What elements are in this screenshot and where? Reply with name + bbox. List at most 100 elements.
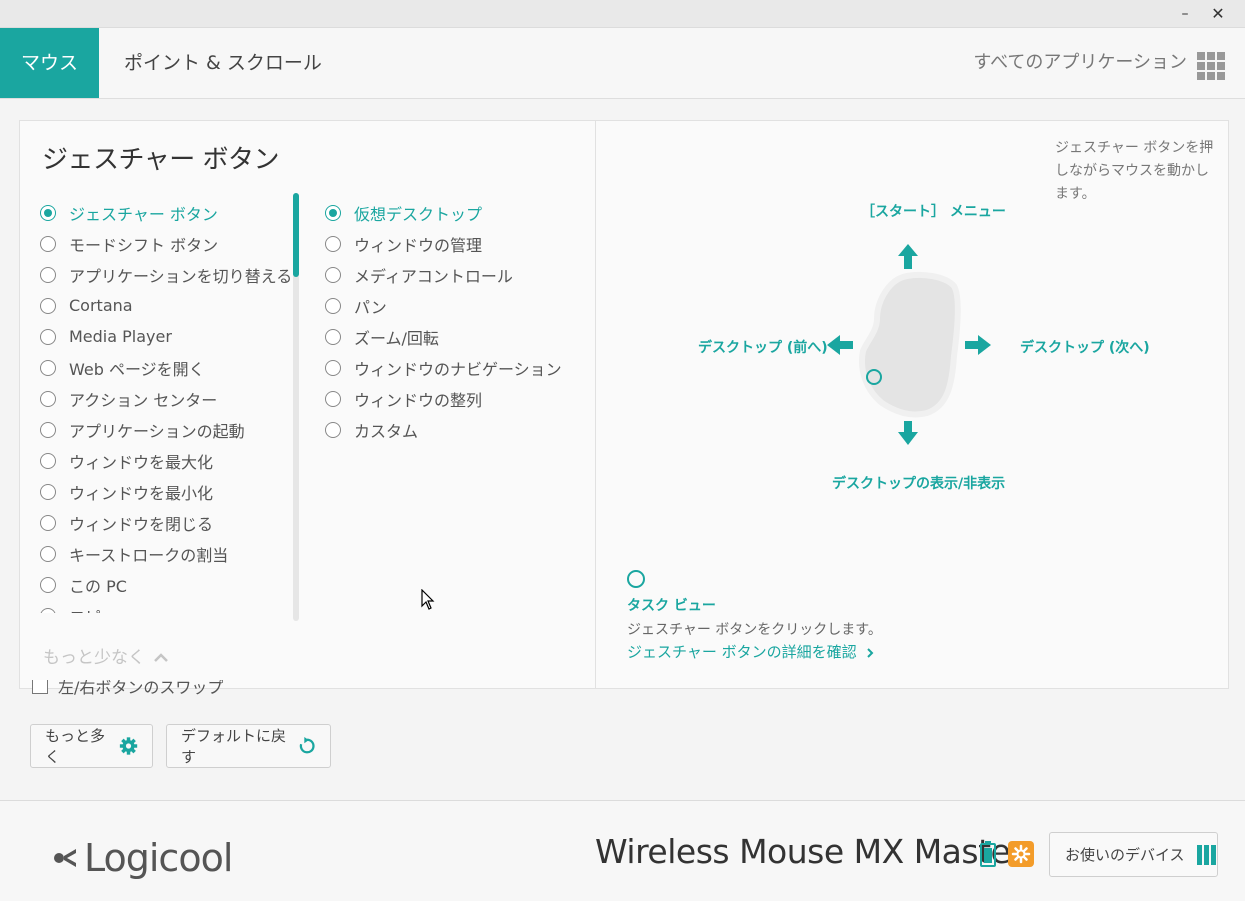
minimize-button[interactable]: – bbox=[1170, 2, 1200, 26]
restore-defaults-button[interactable]: デフォルトに戻す bbox=[166, 724, 331, 768]
action-list-item[interactable]: ウィンドウを最大化 bbox=[40, 445, 300, 476]
close-button[interactable]: ✕ bbox=[1203, 2, 1233, 26]
action-list-item[interactable]: Cortana bbox=[40, 290, 300, 321]
all-applications-link[interactable]: すべてのアプリケーション bbox=[973, 28, 1187, 98]
gesture-mode-item-label: ウィンドウのナビゲーション bbox=[354, 359, 562, 379]
radio-button[interactable] bbox=[325, 390, 341, 407]
action-list-item[interactable]: コピー bbox=[40, 600, 300, 613]
footer: Logicool Wireless Mouse MX Master お使いのデバ… bbox=[0, 800, 1245, 901]
swap-buttons-label: 左/右ボタンのスワップ bbox=[58, 680, 224, 697]
gesture-mode-item-label: ウィンドウの管理 bbox=[354, 235, 483, 255]
radio-button[interactable] bbox=[325, 328, 341, 345]
panel-title: ジェスチャー ボタン bbox=[42, 145, 280, 175]
radio-button[interactable] bbox=[40, 576, 56, 593]
gesture-mode-item[interactable]: ウィンドウの整列 bbox=[325, 383, 585, 414]
gesture-mode-item[interactable]: ウィンドウのナビゲーション bbox=[325, 352, 585, 383]
action-list-item[interactable]: ウィンドウを最小化 bbox=[40, 476, 300, 507]
gesture-mode-item[interactable]: メディアコントロール bbox=[325, 259, 585, 290]
action-list-item-label: この PC bbox=[69, 576, 127, 596]
action-list-item[interactable]: この PC bbox=[40, 569, 300, 600]
action-list-item-label: Cortana bbox=[69, 296, 133, 315]
show-less-label: もっと少なく bbox=[43, 648, 145, 668]
action-list-item[interactable]: モードシフト ボタン bbox=[40, 228, 300, 259]
arrow-right-icon bbox=[965, 335, 991, 355]
gesture-mode-item-label: メディアコントロール bbox=[354, 266, 513, 286]
radio-button[interactable] bbox=[325, 421, 341, 438]
action-list-item[interactable]: キーストロークの割当 bbox=[40, 538, 300, 569]
grid-icon[interactable] bbox=[1197, 52, 1225, 80]
swap-buttons-option[interactable]: 左/右ボタンのスワップ bbox=[32, 680, 223, 698]
radio-button[interactable] bbox=[325, 235, 341, 252]
radio-button[interactable] bbox=[40, 607, 56, 613]
radio-button[interactable] bbox=[325, 204, 341, 221]
tab-bar: マウス ポイント & スクロール すべてのアプリケーション bbox=[0, 28, 1245, 99]
gesture-mode-item[interactable]: ズーム/回転 bbox=[325, 321, 585, 352]
logo-text: Logicool bbox=[84, 836, 233, 880]
gesture-diagram: ジェスチャー ボタンを押しながらマウスを動かします。 ［スタート］ メニュー デ… bbox=[597, 121, 1228, 688]
gesture-mode-list: 仮想デスクトップ ウィンドウの管理 メディアコントロール パン ズーム/回転 ウィンドウの… bbox=[325, 197, 585, 445]
battery-icon bbox=[980, 841, 996, 867]
radio-button[interactable] bbox=[40, 359, 56, 376]
title-bar: – ✕ bbox=[0, 0, 1245, 28]
list-scrollbar[interactable] bbox=[293, 193, 299, 621]
radio-button[interactable] bbox=[40, 514, 56, 531]
radio-button[interactable] bbox=[325, 359, 341, 376]
gesture-left-label: デスクトップ (前へ) bbox=[698, 340, 828, 356]
tab-point-scroll[interactable]: ポイント & スクロール bbox=[100, 28, 346, 98]
action-list-item[interactable]: アプリケーションを切り替える bbox=[40, 259, 300, 290]
action-list-item[interactable]: ジェスチャー ボタン bbox=[40, 197, 300, 228]
action-list-item-label: キーストロークの割当 bbox=[69, 545, 229, 565]
radio-button[interactable] bbox=[325, 297, 341, 314]
settings-panel: ジェスチャー ボタン ジェスチャー ボタン モードシフト ボタン アプリケーションを… bbox=[19, 120, 1229, 689]
gesture-mode-item[interactable]: 仮想デスクトップ bbox=[325, 197, 585, 228]
devices-bars-icon bbox=[1196, 844, 1216, 865]
task-view-title: タスク ビュー bbox=[627, 598, 716, 614]
action-list-item-label: ウィンドウを最大化 bbox=[69, 452, 214, 472]
radio-button[interactable] bbox=[325, 266, 341, 283]
task-view-marker-icon bbox=[627, 570, 645, 588]
assignment-list-area: ジェスチャー ボタン ジェスチャー ボタン モードシフト ボタン アプリケーションを… bbox=[20, 121, 596, 688]
radio-button[interactable] bbox=[40, 297, 56, 314]
radio-button[interactable] bbox=[40, 328, 56, 345]
arrow-left-icon bbox=[827, 335, 853, 355]
gesture-mode-item[interactable]: ウィンドウの管理 bbox=[325, 228, 585, 259]
more-button-label: もっと多く bbox=[45, 727, 106, 766]
action-list-item-label: ジェスチャー ボタン bbox=[69, 204, 218, 224]
radio-button[interactable] bbox=[40, 390, 56, 407]
my-devices-label: お使いのデバイス bbox=[1065, 846, 1185, 864]
flow-icon bbox=[1008, 841, 1034, 867]
action-list-item-label: Web ページを開く bbox=[69, 359, 205, 379]
gesture-mode-item[interactable]: カスタム bbox=[325, 414, 585, 445]
action-list-item[interactable]: ウィンドウを閉じる bbox=[40, 507, 300, 538]
radio-button[interactable] bbox=[40, 483, 56, 500]
show-less-link[interactable]: もっと少なく bbox=[43, 643, 169, 668]
mouse-cursor-icon bbox=[421, 589, 435, 610]
logicool-logo: Logicool bbox=[32, 836, 233, 880]
chevron-up-icon bbox=[154, 653, 169, 662]
gear-icon bbox=[119, 737, 138, 755]
radio-button[interactable] bbox=[40, 204, 56, 221]
gesture-mode-item-label: カスタム bbox=[354, 421, 419, 441]
swap-buttons-checkbox[interactable] bbox=[32, 680, 48, 694]
gesture-mode-item[interactable]: パン bbox=[325, 290, 585, 321]
action-list-item[interactable]: Web ページを開く bbox=[40, 352, 300, 383]
arrow-down-icon bbox=[898, 421, 918, 445]
radio-button[interactable] bbox=[40, 545, 56, 562]
action-list-item-label: Media Player bbox=[69, 327, 172, 346]
scrollbar-thumb[interactable] bbox=[293, 193, 299, 277]
gesture-mode-item-label: パン bbox=[354, 297, 387, 317]
tab-mouse[interactable]: マウス bbox=[0, 28, 99, 98]
more-button[interactable]: もっと多く bbox=[30, 724, 153, 768]
gesture-details-label: ジェスチャー ボタンの詳細を確認 bbox=[627, 643, 857, 661]
action-list-item[interactable]: Media Player bbox=[40, 321, 300, 352]
action-list-item[interactable]: アプリケーションの起動 bbox=[40, 414, 300, 445]
radio-button[interactable] bbox=[40, 421, 56, 438]
action-list-item[interactable]: アクション センター bbox=[40, 383, 300, 414]
radio-button[interactable] bbox=[40, 235, 56, 252]
gesture-details-link[interactable]: ジェスチャー ボタンの詳細を確認 bbox=[627, 641, 875, 662]
gesture-mode-item-label: 仮想デスクトップ bbox=[354, 204, 483, 224]
radio-button[interactable] bbox=[40, 266, 56, 283]
radio-button[interactable] bbox=[40, 452, 56, 469]
action-list-item-label: モードシフト ボタン bbox=[69, 235, 219, 255]
my-devices-button[interactable]: お使いのデバイス bbox=[1049, 832, 1218, 877]
